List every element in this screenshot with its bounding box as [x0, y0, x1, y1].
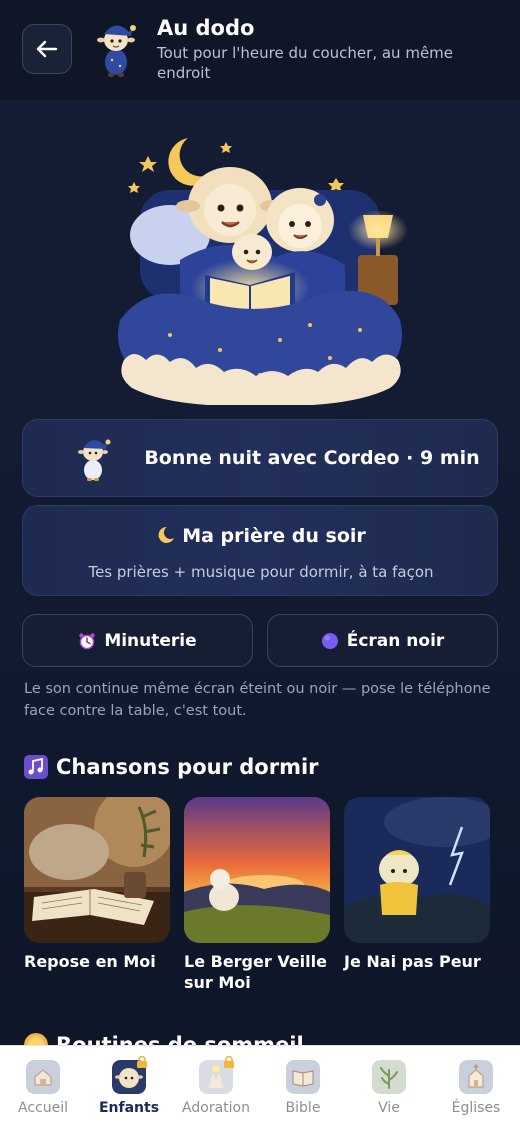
nav-label: Vie [378, 1100, 400, 1116]
nav-label: Adoration [182, 1100, 250, 1116]
black-screen-label: Écran noir [346, 630, 445, 651]
cordeo-goodnight-card[interactable]: Bonne nuit avec Cordeo · 9 min [22, 419, 498, 497]
screen-off-note: Le son continue même écran éteint ou noi… [24, 681, 491, 719]
lock-icon [224, 1056, 234, 1068]
book-icon [286, 1060, 320, 1094]
back-button[interactable] [22, 24, 72, 74]
nav-item-enfants[interactable]: Enfants [86, 1046, 172, 1125]
bedtime-sheep-family-illustration [118, 138, 408, 405]
sheep-pajama-avatar [97, 25, 136, 77]
nav-label: Accueil [18, 1100, 68, 1116]
nav-item-vie[interactable]: Vie [346, 1046, 432, 1125]
church-icon [459, 1060, 493, 1094]
song-cover-sunset-lamb [184, 797, 330, 943]
song-cover-storm-lamb [344, 797, 490, 943]
page-title: Au dodo [157, 16, 255, 40]
top-header: Au dodo Tout pour l'heure du coucher, au… [0, 0, 520, 100]
timer-button[interactable]: Minuterie [22, 614, 253, 667]
nav-label: Bible [285, 1100, 321, 1116]
purple-circle-icon [321, 632, 338, 649]
bottom-navigation: Accueil Enfants Adoration Bible Vie Égli… [0, 1045, 520, 1125]
song-cover-bible-pillow [24, 797, 170, 943]
nav-item-bible[interactable]: Bible [260, 1046, 346, 1125]
song-card-berger[interactable]: Le Berger Veille sur Moi [184, 797, 330, 993]
black-screen-button[interactable]: Écran noir [267, 614, 498, 667]
arrow-left-icon [36, 40, 58, 58]
leaf-icon [372, 1060, 406, 1094]
evening-prayer-title-text: Ma prière du soir [182, 525, 366, 547]
song-card-peur[interactable]: Je Nai pas Peur [344, 797, 490, 972]
cordeo-goodnight-label: Bonne nuit avec Cordeo · 9 min [144, 447, 480, 469]
timer-label: Minuterie [104, 630, 197, 651]
song-title: Le Berger Veille sur Moi [184, 952, 327, 992]
music-note-icon [24, 755, 48, 779]
song-card-repose[interactable]: Repose en Moi [24, 797, 170, 972]
alarm-clock-icon [79, 632, 96, 649]
songs-section-title: Chansons pour dormir [24, 755, 319, 779]
home-icon [26, 1060, 60, 1094]
lock-icon [137, 1056, 147, 1068]
songs-section-title-text: Chansons pour dormir [56, 755, 319, 779]
song-title: Je Nai pas Peur [344, 952, 481, 971]
evening-prayer-card[interactable]: Ma prière du soir Tes prières + musique … [22, 505, 498, 596]
nav-label: Enfants [98, 1100, 160, 1116]
crescent-moon-icon [158, 526, 175, 543]
evening-prayer-subtitle: Tes prières + musique pour dormir, à ta … [88, 563, 434, 581]
nav-item-eglises[interactable]: Églises [433, 1046, 519, 1125]
evening-prayer-title: Ma prière du soir [23, 525, 499, 547]
song-title: Repose en Moi [24, 952, 156, 971]
nav-label: Églises [451, 1100, 501, 1116]
nav-item-adoration[interactable]: Adoration [173, 1046, 259, 1125]
nav-item-accueil[interactable]: Accueil [0, 1046, 86, 1125]
sheep-icon [78, 439, 111, 481]
page-subtitle: Tout pour l'heure du coucher, au même en… [157, 44, 454, 82]
